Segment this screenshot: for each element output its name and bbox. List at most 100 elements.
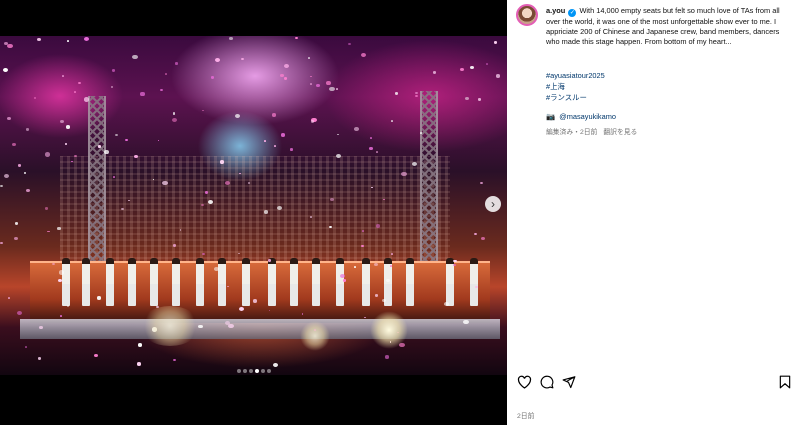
confetti-piece <box>214 267 220 271</box>
confetti-piece <box>263 209 269 214</box>
confetti-piece <box>6 116 12 121</box>
photo-credit: 📷 @masayukikamo <box>546 112 616 121</box>
confetti-piece <box>7 297 10 299</box>
confetti-piece <box>97 296 102 300</box>
comment-icon[interactable] <box>540 375 554 389</box>
confetti-piece <box>172 117 178 122</box>
confetti-piece <box>7 43 13 49</box>
confetti-piece <box>0 184 3 187</box>
caption-text: With 14,000 empty seats but felt so much… <box>546 6 780 47</box>
credit-link[interactable]: @masayukikamo <box>559 112 616 121</box>
bookmark-icon[interactable] <box>779 375 791 389</box>
username[interactable]: a.you <box>546 6 565 15</box>
confetti-piece <box>289 148 293 151</box>
confetti-piece <box>480 181 483 184</box>
confetti-piece <box>475 285 478 288</box>
hashtag[interactable]: #上海 <box>546 81 605 92</box>
confetti-piece <box>248 182 251 184</box>
confetti-piece <box>311 119 315 123</box>
confetti-piece <box>385 355 390 359</box>
performer-figure <box>290 258 298 306</box>
confetti-piece <box>16 310 23 316</box>
confetti-piece <box>160 88 164 91</box>
confetti-piece <box>137 342 143 347</box>
confetti-piece <box>411 162 417 167</box>
carousel-dot <box>242 369 247 373</box>
confetti-piece <box>214 58 220 63</box>
confetti-piece <box>44 152 50 157</box>
carousel-next-button[interactable]: › <box>485 196 501 212</box>
post-meta: 編集済み・2日前 翻訳を見る <box>546 126 637 136</box>
confetti-piece <box>370 186 373 188</box>
confetti-piece <box>432 71 437 75</box>
edited-label: 編集済み・2日前 <box>546 129 598 136</box>
confetti-piece <box>175 62 178 65</box>
confetti-piece <box>59 314 62 317</box>
confetti-piece <box>111 69 116 73</box>
confetti-piece <box>271 113 276 117</box>
confetti-piece <box>61 74 65 77</box>
confetti-piece <box>83 97 90 102</box>
confetti-piece <box>14 222 19 225</box>
send-icon[interactable] <box>562 375 576 389</box>
confetti-piece <box>415 91 418 94</box>
hashtag[interactable]: #ランスルー <box>546 92 605 103</box>
confetti-piece <box>37 37 42 41</box>
confetti-piece <box>395 92 399 95</box>
confetti-piece <box>110 86 113 88</box>
confetti-piece <box>335 88 339 91</box>
confetti-piece <box>115 133 119 137</box>
confetti-piece <box>401 171 407 177</box>
performer-figure <box>362 258 370 306</box>
performer-figure <box>406 258 414 306</box>
confetti-piece <box>369 136 373 139</box>
confetti-piece <box>309 83 313 86</box>
carousel-dot <box>248 369 253 373</box>
post-media: › <box>0 0 507 425</box>
confetti-piece <box>241 57 244 60</box>
confetti-piece <box>342 279 346 282</box>
confetti-piece <box>280 133 286 138</box>
confetti-piece <box>23 172 26 174</box>
confetti-piece <box>348 43 352 46</box>
heart-icon[interactable] <box>517 375 532 389</box>
concert-photo <box>0 36 507 375</box>
confetti-piece <box>70 160 73 163</box>
confetti-piece <box>284 64 290 69</box>
confetti-piece <box>77 82 81 85</box>
confetti-piece <box>140 92 145 96</box>
performer-figure <box>218 258 226 306</box>
left-truss <box>88 96 106 266</box>
confetti-piece <box>326 80 331 85</box>
see-translation-link[interactable]: 翻訳を見る <box>603 129 637 136</box>
confetti-piece <box>229 37 233 40</box>
hashtag[interactable]: #ayuasiatour2025 <box>546 70 605 81</box>
confetti-piece <box>263 139 267 142</box>
confetti-piece <box>415 94 419 98</box>
confetti-piece <box>360 53 366 58</box>
confetti-piece <box>26 128 30 132</box>
confetti-piece <box>133 154 139 158</box>
confetti-piece <box>307 56 311 59</box>
camera-icon: 📷 <box>546 112 556 121</box>
confetti-piece <box>335 153 342 158</box>
confetti-piece <box>238 306 244 311</box>
performer-figure <box>62 258 70 306</box>
performer-figure <box>106 258 114 306</box>
confetti-piece <box>375 150 378 153</box>
confetti-piece <box>65 125 71 129</box>
post-caption: a.you ✓ With 14,000 empty seats but felt… <box>546 6 794 48</box>
confetti-piece <box>383 198 386 201</box>
performer-figure <box>470 258 478 306</box>
performer-figure <box>172 258 180 306</box>
confetti-piece <box>474 232 478 235</box>
avatar[interactable] <box>516 4 538 26</box>
confetti-piece <box>464 96 469 101</box>
confetti-piece <box>493 41 498 44</box>
confetti-piece <box>57 227 61 230</box>
confetti-piece <box>25 345 28 348</box>
confetti-piece <box>337 133 340 136</box>
post-sidebar: a.you ✓ With 14,000 empty seats but felt… <box>507 0 800 425</box>
performer-figure <box>336 258 344 306</box>
verified-badge-icon: ✓ <box>568 9 577 17</box>
